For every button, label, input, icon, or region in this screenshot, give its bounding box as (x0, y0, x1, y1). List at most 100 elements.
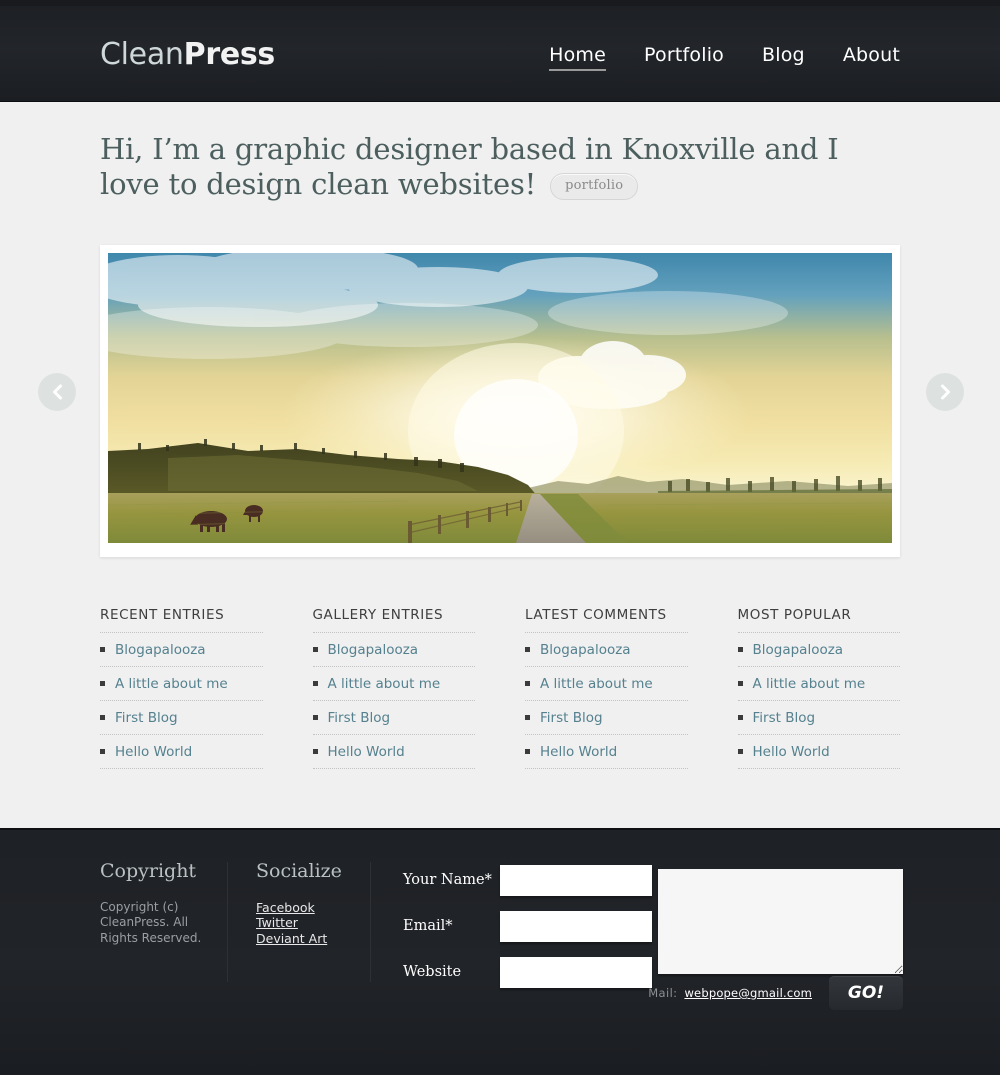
message-textarea[interactable] (658, 869, 903, 974)
hero-title-text: Hi, I’m a graphic designer based in Knox… (100, 132, 839, 202)
list-item[interactable]: Blogapalooza (100, 633, 263, 667)
footer-copyright-column: Copyright Copyright (c) CleanPress. All … (100, 860, 218, 946)
portfolio-pill-button[interactable]: portfolio (550, 173, 639, 201)
list-item-link[interactable]: Blogapalooza (540, 642, 631, 658)
list-item-link[interactable]: Hello World (328, 744, 405, 760)
column-latest-comments: LATEST COMMENTS Blogapalooza A little ab… (525, 607, 688, 769)
square-bullet-icon (312, 647, 318, 653)
square-bullet-icon (737, 681, 743, 687)
list-item-link[interactable]: A little about me (115, 676, 228, 692)
logo-text-second: Press (183, 37, 276, 72)
list-item[interactable]: Hello World (737, 735, 900, 769)
social-link-twitter[interactable]: Twitter (256, 915, 356, 930)
square-bullet-icon (525, 749, 530, 755)
list-item[interactable]: A little about me (525, 667, 688, 701)
column-title: MOST POPULAR (737, 607, 900, 633)
square-bullet-icon (312, 681, 318, 687)
slider-frame (100, 244, 900, 557)
list-item[interactable]: Blogapalooza (525, 633, 688, 667)
list-item-link[interactable]: Blogapalooza (328, 642, 419, 658)
list-item[interactable]: First Blog (312, 701, 475, 735)
list-item[interactable]: First Blog (525, 701, 688, 735)
slider-region (0, 244, 1000, 557)
social-links-list: Facebook Twitter Deviant Art (256, 900, 356, 946)
footer-divider (227, 862, 228, 982)
social-link-deviant-art[interactable]: Deviant Art (256, 931, 356, 946)
list-item[interactable]: A little about me (737, 667, 900, 701)
copyright-heading: Copyright (100, 860, 197, 882)
list-item[interactable]: A little about me (312, 667, 475, 701)
list-item[interactable]: A little about me (100, 667, 263, 701)
mail-address-link[interactable]: webpope@gmail.com (684, 986, 812, 1000)
header-inner: CleanPress Home Portfolio Blog About (0, 6, 1000, 101)
column-gallery-entries: GALLERY ENTRIES Blogapalooza A little ab… (312, 607, 475, 769)
submit-button[interactable]: GO! (829, 976, 903, 1010)
email-label: Email* (403, 918, 453, 934)
hero-section: Hi, I’m a graphic designer based in Knox… (0, 102, 1000, 203)
site-logo[interactable]: CleanPress (100, 40, 275, 70)
page-title: Hi, I’m a graphic designer based in Knox… (100, 132, 900, 203)
list-item-link[interactable]: Hello World (115, 744, 192, 760)
nav-item-home[interactable]: Home (549, 44, 607, 71)
list-item[interactable]: First Blog (100, 701, 263, 735)
square-bullet-icon (737, 715, 743, 721)
list-item[interactable]: First Blog (737, 701, 900, 735)
slider-next-button[interactable] (926, 372, 964, 411)
square-bullet-icon (525, 715, 530, 721)
link-list: Blogapalooza A little about me First Blo… (100, 633, 263, 769)
form-row-email: Email* (403, 906, 653, 946)
chevron-right-icon (938, 383, 952, 401)
list-item[interactable]: Blogapalooza (312, 633, 475, 667)
square-bullet-icon (100, 715, 105, 721)
list-item-link[interactable]: Blogapalooza (753, 642, 844, 658)
nav-item-about[interactable]: About (843, 44, 900, 69)
main-navigation: Home Portfolio Blog About (549, 44, 900, 71)
slider-prev-button[interactable] (38, 372, 76, 411)
square-bullet-icon (737, 647, 743, 653)
your-name-label: Your Name* (403, 872, 492, 888)
list-item-link[interactable]: Hello World (540, 744, 617, 760)
form-row-name: Your Name* (403, 860, 653, 900)
socialize-heading: Socialize (256, 860, 342, 882)
footer-divider (370, 862, 371, 982)
list-item-link[interactable]: First Blog (328, 710, 391, 726)
list-item-link[interactable]: First Blog (540, 710, 603, 726)
square-bullet-icon (312, 749, 318, 755)
nav-item-portfolio[interactable]: Portfolio (644, 44, 724, 69)
list-item[interactable]: Hello World (312, 735, 475, 769)
list-item-link[interactable]: A little about me (328, 676, 441, 692)
your-name-input[interactable] (500, 864, 652, 896)
site-header: CleanPress Home Portfolio Blog About (0, 6, 1000, 102)
email-input[interactable] (500, 910, 652, 942)
list-item[interactable]: Blogapalooza (737, 633, 900, 667)
site-footer: Copyright Copyright (c) CleanPress. All … (0, 828, 1000, 1075)
list-item[interactable]: Hello World (525, 735, 688, 769)
footer-inner: Copyright Copyright (c) CleanPress. All … (0, 830, 1000, 1075)
logo-text-first: Clean (100, 37, 184, 72)
list-item-link[interactable]: First Blog (115, 710, 178, 726)
footer-socialize-column: Socialize Facebook Twitter Deviant Art (256, 860, 356, 946)
nav-item-blog[interactable]: Blog (762, 44, 805, 69)
square-bullet-icon (100, 749, 105, 755)
square-bullet-icon (737, 749, 743, 755)
list-item-link[interactable]: A little about me (753, 676, 866, 692)
square-bullet-icon (100, 681, 105, 687)
list-item-link[interactable]: Hello World (753, 744, 830, 760)
copyright-text: Copyright (c) CleanPress. All Rights Res… (100, 900, 202, 945)
list-item-link[interactable]: First Blog (753, 710, 816, 726)
list-item-link[interactable]: Blogapalooza (115, 642, 206, 658)
footer-link-columns: RECENT ENTRIES Blogapalooza A little abo… (0, 607, 1000, 769)
slide-image[interactable] (108, 252, 892, 543)
square-bullet-icon (525, 681, 530, 687)
list-item[interactable]: Hello World (100, 735, 263, 769)
list-item-link[interactable]: A little about me (540, 676, 653, 692)
link-list: Blogapalooza A little about me First Blo… (525, 633, 688, 769)
chevron-left-icon (50, 383, 64, 401)
square-bullet-icon (312, 715, 318, 721)
column-title: GALLERY ENTRIES (312, 607, 475, 633)
contact-form-bottom: Mail: webpope@gmail.com GO! (403, 976, 903, 1010)
link-list: Blogapalooza A little about me First Blo… (737, 633, 900, 769)
square-bullet-icon (525, 647, 530, 653)
link-list: Blogapalooza A little about me First Blo… (312, 633, 475, 769)
social-link-facebook[interactable]: Facebook (256, 900, 356, 915)
